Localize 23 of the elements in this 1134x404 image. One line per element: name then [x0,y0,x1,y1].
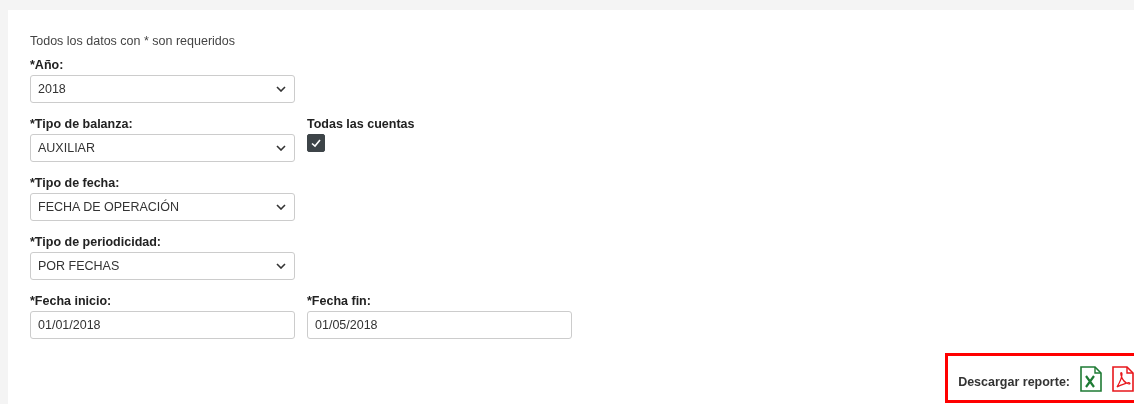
chevron-down-icon [276,263,286,269]
dropdown[interactable]: 2018 [30,75,295,103]
dropdown[interactable]: POR FECHAS [30,252,295,280]
date-field[interactable]: 01/01/2018 [30,311,295,339]
required-note: Todos los datos con * son requeridos [30,34,236,48]
field-label: *Tipo de periodicidad: [30,235,163,249]
checkbox-label: Todas las cuentas [307,117,416,131]
dropdown[interactable]: FECHA DE OPERACIÓN [30,193,295,221]
chevron-down-icon [276,204,286,210]
download-label: Descargar reporte: [958,375,1070,389]
field-label: *Año: [30,58,65,72]
chevron-down-icon [276,145,286,151]
checkmark-icon [310,137,322,149]
date-field[interactable]: 01/05/2018 [307,311,572,339]
field-label: *Tipo de balanza: [30,117,134,131]
field-label: *Tipo de fecha: [30,176,121,190]
excel-file-icon[interactable] [1080,366,1102,392]
pdf-file-icon[interactable] [1112,366,1134,392]
chevron-down-icon [276,86,286,92]
dropdown[interactable]: AUXILIAR [30,134,295,162]
field-label: *Fecha fin: [307,294,372,308]
field-label: *Fecha inicio: [30,294,113,308]
checkbox[interactable] [307,134,325,152]
